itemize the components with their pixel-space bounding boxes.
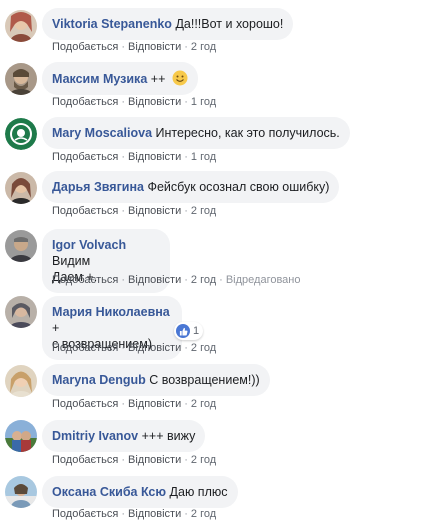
reply-link[interactable]: Відповісти xyxy=(128,96,181,108)
comment-text: С возвращением!)) xyxy=(149,373,260,387)
like-link[interactable]: Подобається xyxy=(52,274,118,286)
comment-timestamp[interactable]: 2 год xyxy=(191,454,216,466)
comment-actions: Подобається · Відповісти · 2 год xyxy=(52,508,217,520)
comment-actions: Подобається · Відповісти · 1 год xyxy=(52,151,217,163)
comment-bubble: Mary Moscaliova Интересно, как это получ… xyxy=(42,117,350,149)
comment-text: Фейсбук осознал свою ошибку) xyxy=(147,180,330,194)
comment-timestamp[interactable]: 2 год xyxy=(191,508,216,520)
reply-link[interactable]: Відповісти xyxy=(128,508,181,520)
comment-author[interactable]: Дарья Звягина xyxy=(52,180,144,194)
comment-timestamp[interactable]: 2 год xyxy=(191,398,216,410)
user-avatar-icon[interactable] xyxy=(5,476,37,508)
user-avatar-icon[interactable] xyxy=(5,296,37,328)
comment-bubble: Оксана Скиба Ксю Даю плюс xyxy=(42,476,238,508)
user-avatar-icon[interactable] xyxy=(5,420,37,452)
edited-label[interactable]: Відредаговано xyxy=(226,274,301,286)
reaction-summary[interactable]: 1 xyxy=(174,322,204,340)
comment-bubble: Viktoria Stepanenko Да!!!Вот и хорошо! xyxy=(42,8,294,40)
like-link[interactable]: Подобається xyxy=(52,398,118,410)
comment-text: Даю плюс xyxy=(169,485,228,499)
comment-timestamp[interactable]: 2 год xyxy=(191,205,216,217)
smile-emoji-icon xyxy=(172,70,188,86)
starbucks-logo-icon[interactable] xyxy=(5,118,37,150)
user-avatar-icon[interactable] xyxy=(5,172,37,204)
reply-link[interactable]: Відповісти xyxy=(128,454,181,466)
comment-author[interactable]: Viktoria Stepanenko xyxy=(52,17,172,31)
like-link[interactable]: Подобається xyxy=(52,508,118,520)
comment-bubble: Максим Музика ++ xyxy=(42,62,198,95)
reply-link[interactable]: Відповісти xyxy=(128,342,181,354)
comment-timestamp[interactable]: 2 год xyxy=(191,274,216,286)
like-link[interactable]: Подобається xyxy=(52,96,118,108)
comment-text: +++ вижу xyxy=(141,429,196,443)
like-link[interactable]: Подобається xyxy=(52,151,118,163)
reply-link[interactable]: Відповісти xyxy=(128,41,181,53)
comment-actions: Подобається · Відповісти · 2 год xyxy=(52,342,217,354)
reply-link[interactable]: Відповісти xyxy=(128,151,181,163)
user-avatar-icon[interactable] xyxy=(5,63,37,95)
comment-bubble: Maryna Dengub С возвращением!)) xyxy=(42,364,270,396)
comment-author[interactable]: Maryna Dengub xyxy=(52,373,146,387)
reply-link[interactable]: Відповісти xyxy=(128,205,181,217)
comment-text: Интересно, как это получилось. xyxy=(155,126,340,140)
comment-author[interactable]: Dmitriy Ivanov xyxy=(52,429,138,443)
like-link[interactable]: Подобається xyxy=(52,41,118,53)
user-avatar-icon[interactable] xyxy=(5,365,37,397)
user-avatar-icon[interactable] xyxy=(5,230,37,262)
comment-text: ++ xyxy=(150,72,166,86)
comment-actions: Подобається · Відповісти · 2 год · Відредагова… xyxy=(52,274,301,286)
comment-actions: Подобається · Відповісти · 1 год xyxy=(52,96,217,108)
like-link[interactable]: Подобається xyxy=(52,205,118,217)
reply-link[interactable]: Відповісти xyxy=(128,398,181,410)
comment-bubble: Dmitriy Ivanov +++ вижу xyxy=(42,420,206,452)
comment-text: Да!!!Вот и хорошо! xyxy=(175,17,284,31)
comment-actions: Подобається · Відповісти · 2 год xyxy=(52,454,217,466)
comment-actions: Подобається · Відповісти · 2 год xyxy=(52,41,217,53)
comment-timestamp[interactable]: 1 год xyxy=(191,151,216,163)
comment-author[interactable]: Максим Музика xyxy=(52,72,147,86)
user-avatar-icon[interactable] xyxy=(5,10,37,42)
reply-link[interactable]: Відповісти xyxy=(128,274,181,286)
comment-actions: Подобається · Відповісти · 2 год xyxy=(52,398,217,410)
comment-timestamp[interactable]: 2 год xyxy=(191,41,216,53)
comment-text: Видим xyxy=(52,254,91,268)
like-reaction-icon xyxy=(176,324,190,338)
comment-timestamp[interactable]: 1 год xyxy=(191,96,216,108)
comment-timestamp[interactable]: 2 год xyxy=(191,342,216,354)
comment-text: + xyxy=(52,321,60,335)
comment-author[interactable]: Мария Николаевна xyxy=(52,305,170,319)
comment-author[interactable]: Igor Volvach xyxy=(52,238,126,252)
comment-actions: Подобається · Відповісти · 2 год xyxy=(52,205,217,217)
reaction-count: 1 xyxy=(193,325,200,337)
comment-bubble: Дарья Звягина Фейсбук осознал свою ошибк… xyxy=(42,171,340,203)
comment-author[interactable]: Оксана Скиба Ксю xyxy=(52,485,166,499)
comment-author[interactable]: Mary Moscaliova xyxy=(52,126,152,140)
like-link[interactable]: Подобається xyxy=(52,342,118,354)
like-link[interactable]: Подобається xyxy=(52,454,118,466)
